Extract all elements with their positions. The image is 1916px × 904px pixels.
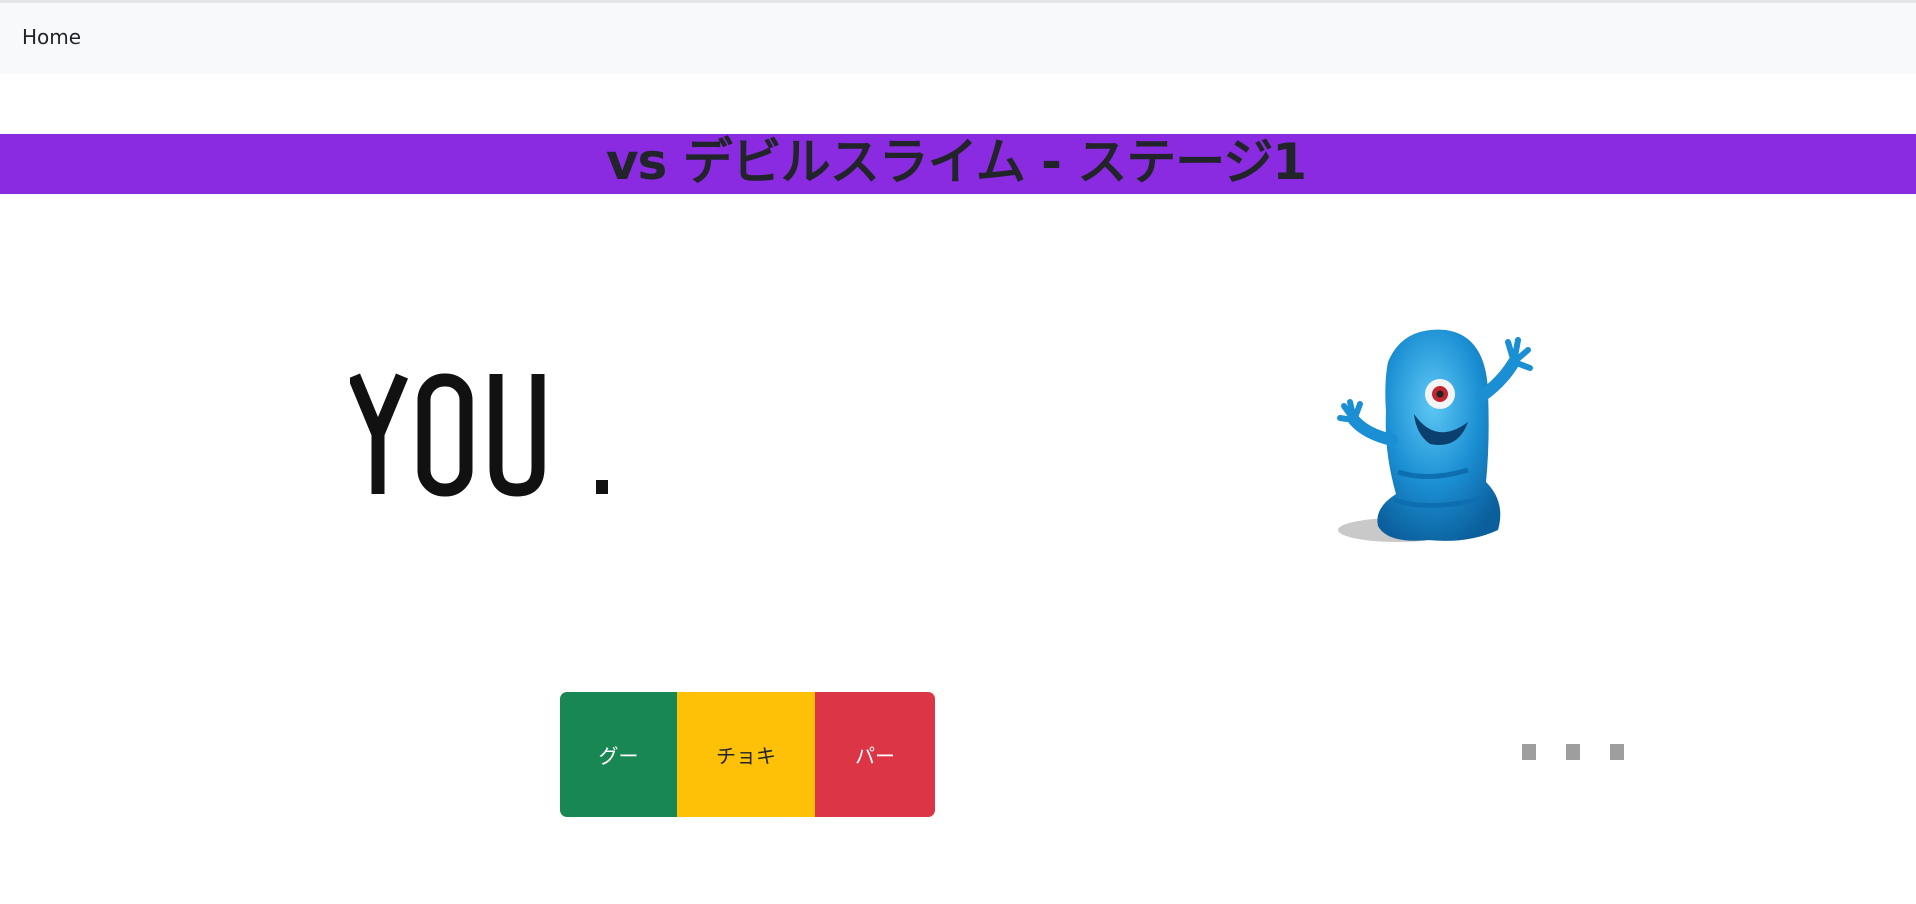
paper-button[interactable]: パー: [815, 692, 935, 817]
waiting-dot: [1522, 744, 1536, 760]
player-you-logo: [350, 373, 608, 497]
rock-button[interactable]: グー: [560, 692, 677, 817]
battle-title: vs デビルスライム - ステージ1: [605, 133, 1307, 191]
hand-choice-buttons: グー チョキ パー: [560, 692, 935, 817]
nav-home-link[interactable]: Home: [22, 25, 81, 49]
scissors-button[interactable]: チョキ: [677, 692, 815, 817]
battle-title-bar: vs デビルスライム - ステージ1: [0, 133, 1916, 194]
opponent-monster-image: [1337, 329, 1533, 542]
navbar: Home: [0, 0, 1916, 74]
opponent-waiting-indicator: [1522, 744, 1624, 760]
waiting-dot: [1610, 744, 1624, 760]
waiting-dot: [1566, 744, 1580, 760]
